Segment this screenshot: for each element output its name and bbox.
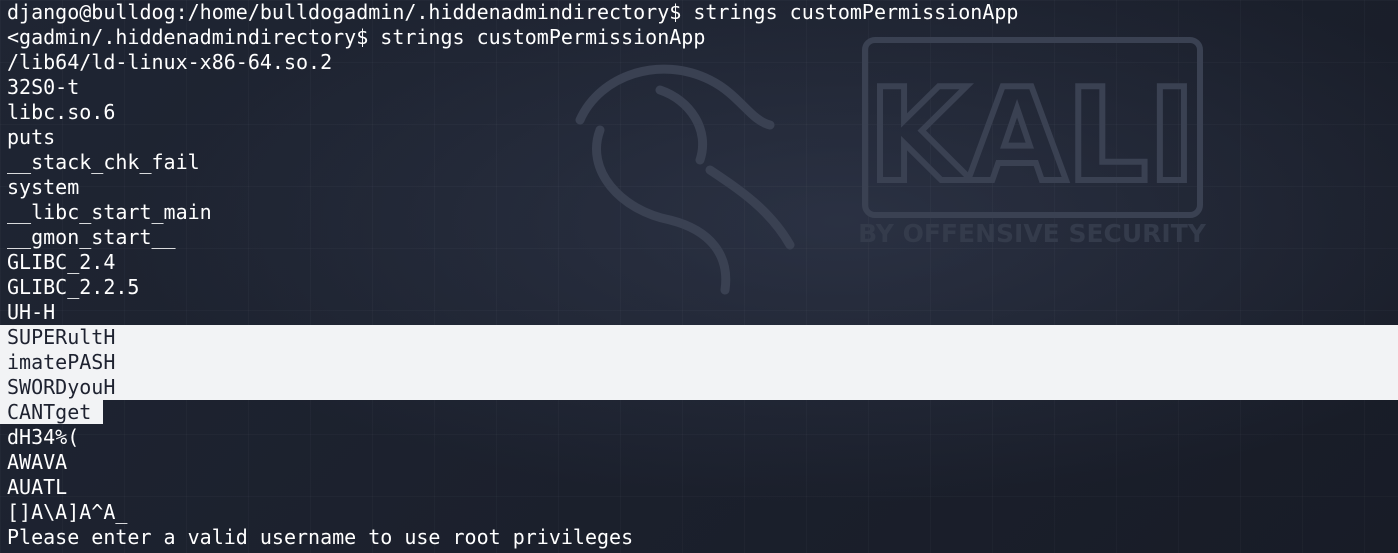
output-line: GLIBC_2.2.5 <box>7 275 140 299</box>
selected-output-line: SUPERultH <box>0 325 1398 350</box>
command-prompt-line: django@bulldog:/home/bulldogadmin/.hidde… <box>7 0 1019 24</box>
selection-highlight-text: CANTget <box>0 400 104 424</box>
selected-output-line: imatePASH <box>0 350 1398 375</box>
selected-output-line-partial: CANTget <box>0 400 1398 425</box>
output-line: AUATL <box>7 475 68 499</box>
output-line: Please enter a valid username to use roo… <box>7 525 634 549</box>
output-line: __stack_chk_fail <box>7 150 200 174</box>
output-line: dH34%( <box>7 425 80 449</box>
output-line: __libc_start_main <box>7 200 212 224</box>
output-line: libc.so.6 <box>7 100 116 124</box>
output-line: system <box>7 175 80 199</box>
output-line: /lib64/ld-linux-x86-64.so.2 <box>7 50 333 74</box>
output-line: GLIBC_2.4 <box>7 250 116 274</box>
selected-output-line: SWORDyouH <box>0 375 1398 400</box>
command-echo-line: <gadmin/.hiddenadmindirectory$ strings c… <box>7 25 706 49</box>
terminal-output[interactable]: django@bulldog:/home/bulldogadmin/.hidde… <box>0 0 1398 553</box>
output-line: UH-H <box>7 300 56 324</box>
output-line: 32S0-t <box>7 75 80 99</box>
output-line: []A\A]A^A_ <box>7 500 128 524</box>
output-line: __gmon_start__ <box>7 225 176 249</box>
output-line: puts <box>7 125 56 149</box>
output-line: AWAVA <box>7 450 68 474</box>
